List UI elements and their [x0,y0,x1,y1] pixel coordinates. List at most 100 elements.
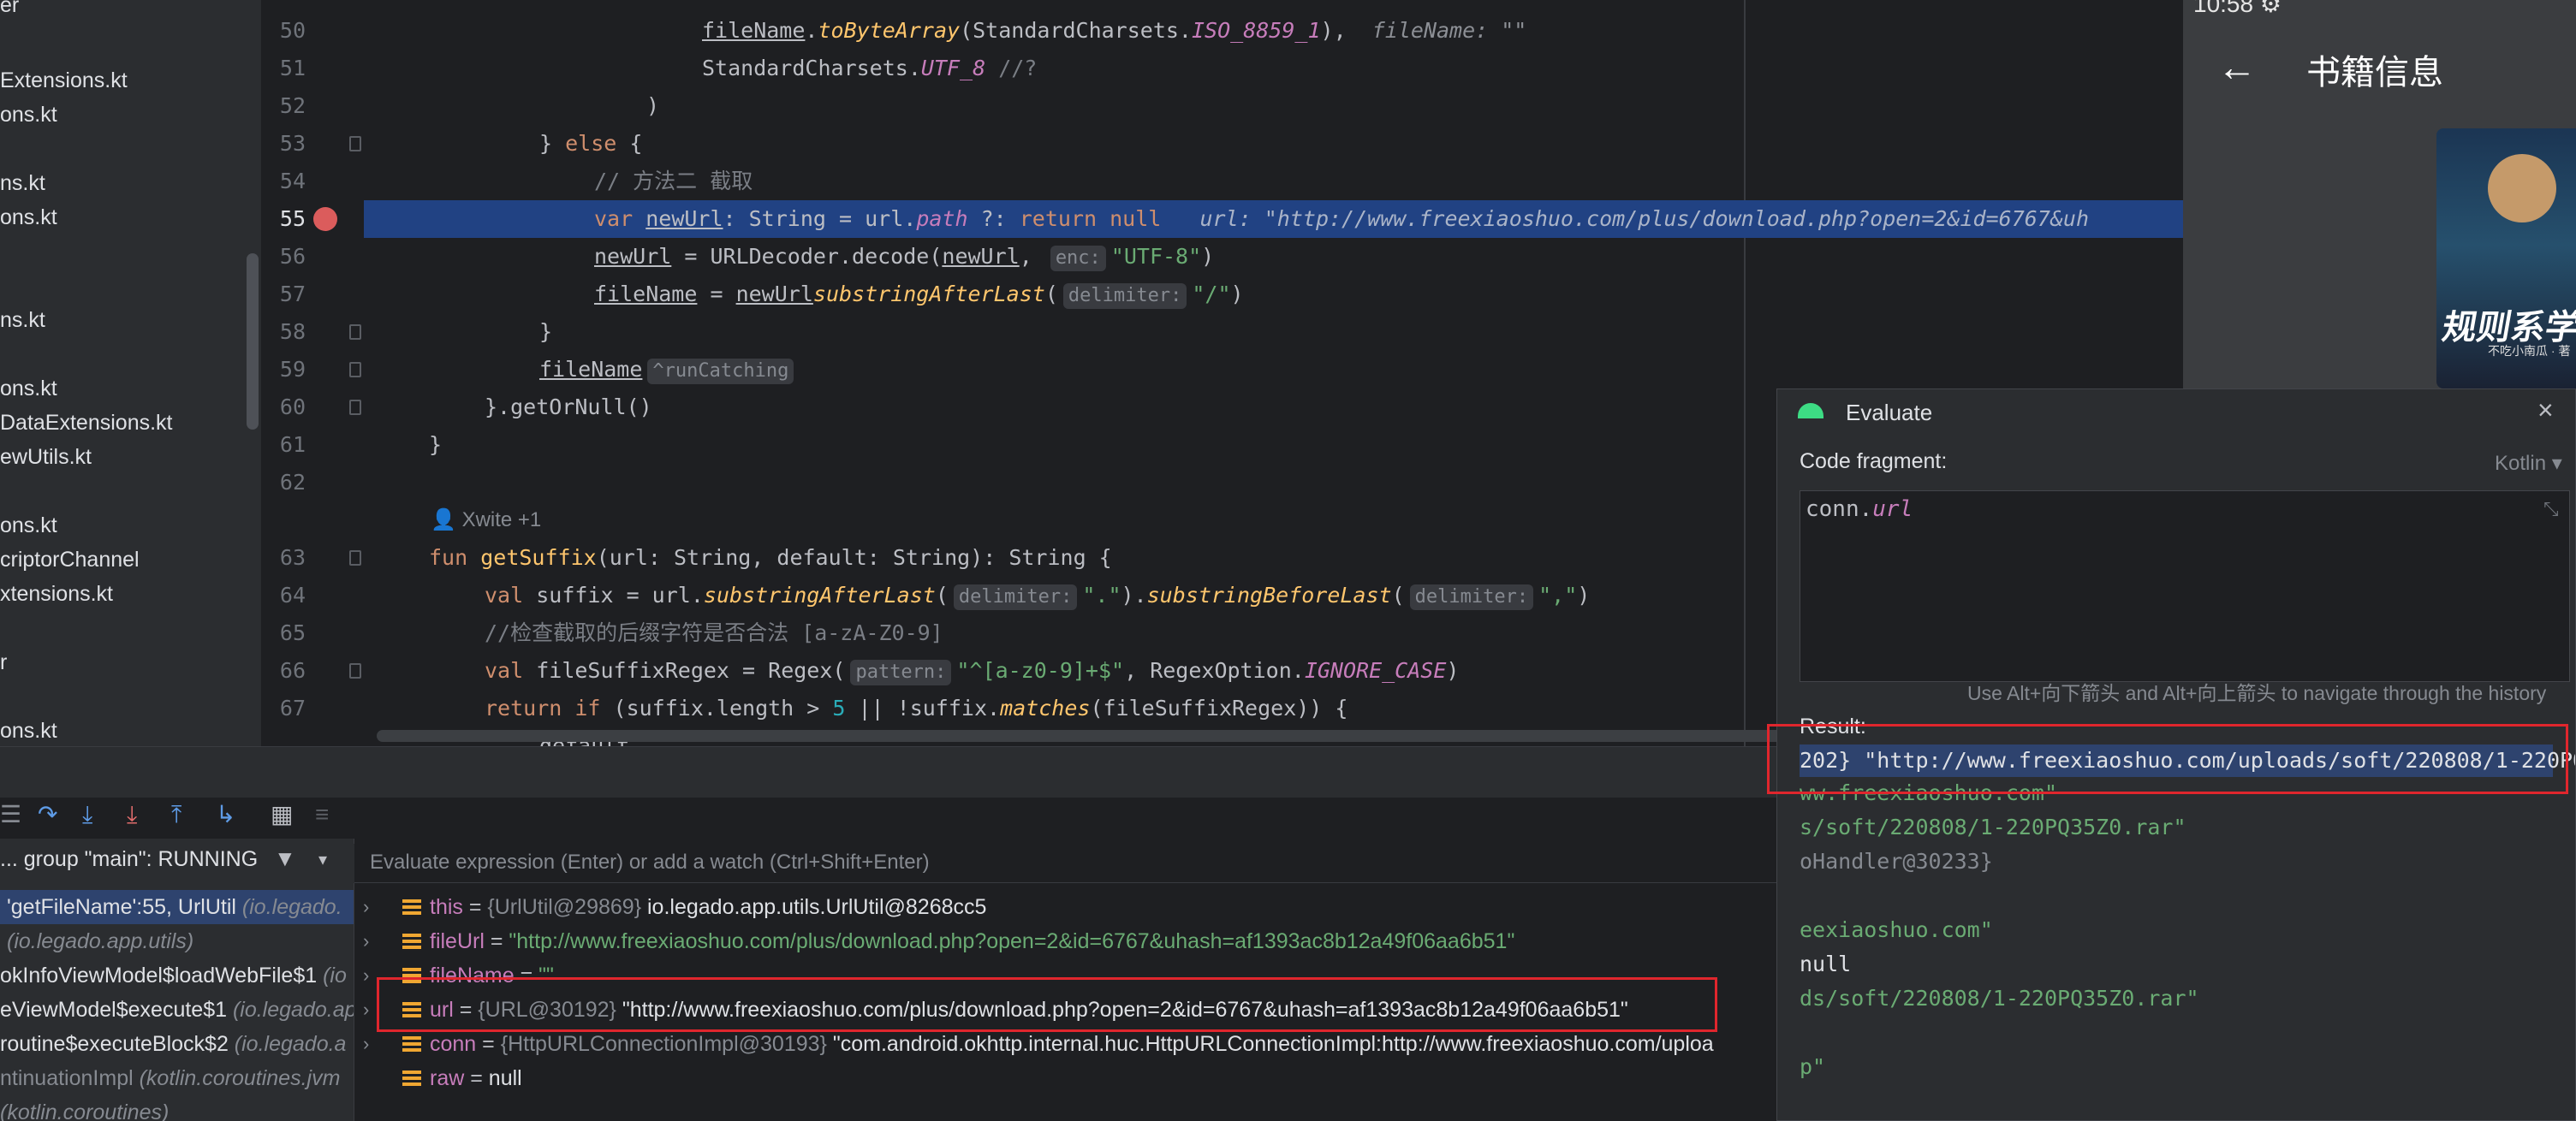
fold-icon[interactable] [349,400,361,415]
project-tree[interactable]: er Extensions.kt ons.kt ns.kt ons.kt ns.… [0,0,261,746]
android-icon [1798,403,1823,418]
line-number: 53 [279,131,306,156]
code-line-52: ) [646,93,660,118]
code-line-54: // 方法二 截取 [594,169,753,193]
code-fragment-editor[interactable]: conn.url ⤡ [1800,490,2570,682]
result-row[interactable]: s/soft/220808/1-220PQ35Z0.rar" [1800,811,2186,844]
fold-icon[interactable] [349,362,361,377]
evaluate-dialog-title: Evaluate [1846,400,1933,425]
fold-icon[interactable] [349,136,361,151]
expand-arrow-icon[interactable]: › [363,993,369,1027]
frame-item[interactable]: 'getFileName':55, UrlUtil (io.legado. [7,890,342,924]
variable-row[interactable]: › conn = {HttpURLConnectionImpl@30193} "… [354,1027,1776,1061]
watch-expression-input[interactable]: Evaluate expression (Enter) or add a wat… [354,844,1776,883]
line-number: 60 [279,394,306,419]
expand-arrow-icon[interactable]: › [363,890,369,924]
step-into-icon[interactable]: ⤓ [82,798,92,832]
fold-icon[interactable] [349,663,361,679]
tree-item[interactable]: ns.kt [0,169,45,197]
code-line-55: var newUrl: String = url.path ?: return … [594,206,2090,231]
code-line-61: } [429,432,443,457]
result-row[interactable]: null [1800,948,1851,981]
result-highlight-box [1767,724,2568,794]
frame-item[interactable]: (io.legado.app.utils) [7,924,193,958]
project-scrollbar[interactable] [247,253,259,430]
tree-item[interactable]: xtensions.kt [0,580,113,608]
result-row[interactable]: eexiaoshuo.com" [1800,914,1993,946]
tree-item[interactable]: criptorChannel [0,546,140,573]
tree-item[interactable]: ons.kt [0,101,57,128]
back-arrow-icon[interactable]: ← [2217,41,2257,92]
field-icon [402,1036,421,1052]
emulator-screen[interactable]: 10:58 ⚙ ← 书籍信息 规则系学 不吃小南瓜 · 著 [2183,0,2576,390]
tree-item[interactable]: ns.kt [0,306,45,334]
right-margin-guide [1744,0,1746,746]
code-line-63: fun getSuffix(url: String, default: Stri… [429,545,1112,570]
line-number: 52 [279,93,306,118]
tree-item[interactable]: ons.kt [0,204,57,231]
variable-row[interactable]: › this = {UrlUtil@29869} io.legado.app.u… [354,890,1776,924]
line-number: 51 [279,56,306,80]
expand-arrow-icon[interactable]: › [363,924,369,958]
tree-item[interactable]: ons.kt [0,717,57,744]
variable-row[interactable]: raw = null [354,1061,1776,1095]
frame-item[interactable]: okInfoViewModel$loadWebFile$1 (io [0,958,347,993]
frame-item[interactable]: routine$executeBlock$2 (io.legado.a [0,1027,346,1061]
frame-item[interactable]: eViewModel$execute$1 (io.legado.ap [0,993,354,1027]
frame-item[interactable]: ntinuationImpl (kotlin.coroutines.jvm [0,1061,340,1095]
fold-icon[interactable] [349,324,361,340]
evaluate-icon[interactable]: ▦ [271,798,293,832]
expand-arrow-icon[interactable]: › [363,1027,369,1061]
line-number: 62 [279,470,306,495]
fragment-object: conn. [1806,496,1873,522]
book-cover-image[interactable]: 规则系学 不吃小南瓜 · 著 [2436,128,2576,388]
tree-item[interactable]: ons.kt [0,512,57,539]
expand-icon[interactable]: ⤡ [2543,498,2559,520]
expand-arrow-icon[interactable]: › [363,958,369,993]
chevron-down-icon[interactable]: ▾ [318,849,327,870]
code-line-50: fileName.toByteArray(StandardCharsets.IS… [702,18,1527,43]
fold-icon[interactable] [349,550,361,566]
tree-item[interactable]: Extensions.kt [0,67,128,94]
menu-icon[interactable]: ☰ [0,798,21,832]
thread-selector[interactable]: ... group "main": RUNNING ▼ ▾ [0,844,354,883]
code-line-64: val suffix = url.substringAfterLast(deli… [485,577,1590,614]
result-row[interactable]: p" [1800,1051,1825,1083]
field-icon [402,934,421,949]
line-number: 56 [279,244,306,269]
language-selector[interactable]: Kotlin ▾ [2495,451,2562,476]
thread-label: ... group "main": RUNNING [0,847,259,871]
step-over-icon[interactable]: ↷ [38,798,57,832]
cover-figure [2488,154,2556,222]
close-icon[interactable]: × [2537,394,2554,426]
tree-item[interactable]: ewUtils.kt [0,443,92,471]
tree-item[interactable]: r [0,649,7,676]
force-step-into-icon[interactable]: ⤓ [127,798,137,832]
field-icon [402,899,421,915]
line-number: 64 [279,583,306,608]
result-row[interactable]: ds/soft/220808/1-220PQ35Z0.rar" [1800,982,2199,1015]
run-to-cursor-icon[interactable]: ↳ [216,798,235,832]
step-out-icon[interactable]: ⤒ [171,798,181,832]
watch-placeholder: Evaluate expression (Enter) or add a wat… [370,851,930,874]
trace-icon[interactable]: ≡ [315,798,329,832]
evaluate-dialog-header[interactable]: Evaluate × [1777,389,2575,439]
variable-row[interactable]: › fileUrl = "http://www.freexiaoshuo.com… [354,924,1776,958]
line-number: 59 [279,357,306,382]
line-number: 63 [279,545,306,570]
filter-icon[interactable]: ▼ [274,845,296,872]
emulator-status-bar: 10:58 ⚙ [2193,0,2282,17]
frame-item[interactable]: (kotlin.coroutines) [0,1095,169,1121]
tree-item[interactable]: er [0,0,19,19]
breakpoint-icon[interactable] [313,207,337,231]
code-line-59: fileName ^runCatching [539,351,799,388]
code-line-51: StandardCharsets.UTF_8 //? [702,56,1038,80]
line-number: 67 [279,696,306,721]
tree-item[interactable]: ons.kt [0,375,57,402]
emulator-page-title: 书籍信息 [2306,54,2443,92]
editor-gutter[interactable]: 50 51 52 53 54 55 56 57 58 59 60 61 62 6… [261,0,364,746]
result-row[interactable]: oHandler@30233} [1800,845,1993,878]
tree-item[interactable]: DataExtensions.kt [0,409,173,436]
cover-author: 不吃小南瓜 · 著 [2488,344,2571,358]
code-author-hint[interactable]: 👤 Xwite +1 [431,503,541,537]
